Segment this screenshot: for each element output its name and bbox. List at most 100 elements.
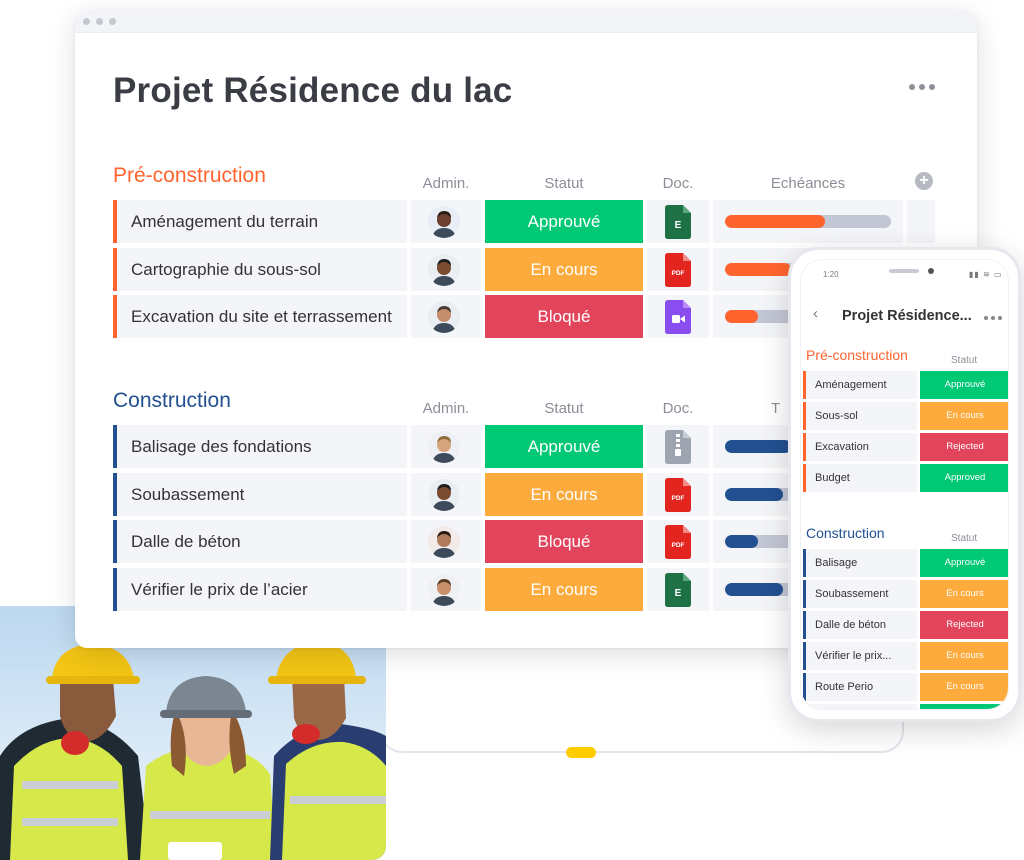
svg-text:PDF: PDF xyxy=(672,495,685,502)
excel-file-icon[interactable]: E xyxy=(665,205,691,239)
more-options-icon[interactable] xyxy=(984,316,1002,320)
zip-file-icon[interactable] xyxy=(665,430,691,464)
phone-item-name[interactable]: Dalle de béton xyxy=(803,611,917,639)
empty-cell[interactable] xyxy=(907,200,935,243)
phone-status-badge[interactable]: En cours xyxy=(920,642,1008,670)
group-title-construction[interactable]: Construction xyxy=(113,389,231,413)
doc-cell[interactable]: PDF xyxy=(647,472,709,516)
phone-status-badge[interactable]: Rejected xyxy=(920,611,1008,639)
phone-status-badge[interactable]: En cours xyxy=(920,673,1008,701)
phone-item-name[interactable]: Excavation xyxy=(803,433,917,461)
window-control-dot[interactable] xyxy=(96,18,103,25)
phone-row[interactable]: Sous-sol En cours xyxy=(803,402,1008,430)
phone-status-badge[interactable]: Approuvé xyxy=(920,371,1008,399)
column-header-deadlines[interactable]: Echéances xyxy=(713,175,903,192)
phone-status-bar: 1:20 ▮▮ ≋ ▭ xyxy=(801,260,1008,282)
doc-cell[interactable] xyxy=(647,295,709,338)
window-control-dot[interactable] xyxy=(109,18,116,25)
svg-text:PDF: PDF xyxy=(672,270,685,277)
admin-cell[interactable] xyxy=(411,567,481,611)
column-header-doc[interactable]: Doc. xyxy=(647,175,709,192)
admin-cell[interactable] xyxy=(411,425,481,468)
group-title-preconstruction[interactable]: Pré-construction xyxy=(113,164,266,188)
phone-row[interactable]: Route Perio En cours xyxy=(803,673,1008,701)
phone-item-name[interactable]: Marketing xyxy=(803,704,917,709)
item-name[interactable]: Excavation du site et terrassement xyxy=(113,295,407,338)
doc-cell[interactable]: E xyxy=(647,200,709,243)
phone-item-name[interactable]: Budget xyxy=(803,464,917,492)
phone-item-name[interactable]: Vérifier le prix... xyxy=(803,642,917,670)
phone-item-name[interactable]: Soubassement xyxy=(803,580,917,608)
column-header-status[interactable]: Statut xyxy=(485,400,643,417)
pdf-file-icon[interactable]: PDF xyxy=(665,252,691,287)
phone-row[interactable]: Dalle de béton Rejected xyxy=(803,611,1008,639)
admin-cell[interactable] xyxy=(411,295,481,338)
mobile-app-mockup: 1:20 ▮▮ ≋ ▭ ‹ Projet Résidence... Pré-co… xyxy=(788,247,1021,722)
phone-item-name[interactable]: Route Perio xyxy=(803,673,917,701)
more-options-icon[interactable] xyxy=(909,84,935,90)
phone-status-badge[interactable]: En cours xyxy=(920,402,1008,430)
signal-icon: ▮▮ ≋ ▭ xyxy=(969,270,1003,279)
status-badge[interactable]: Approuvé xyxy=(485,425,643,468)
phone-row[interactable]: Soubassement En cours xyxy=(803,580,1008,608)
connector-pill xyxy=(566,747,596,758)
status-badge[interactable]: En cours xyxy=(485,247,643,291)
phone-item-name[interactable]: Aménagement xyxy=(803,371,917,399)
status-badge[interactable]: Approuvé xyxy=(485,200,643,243)
status-badge[interactable]: En cours xyxy=(485,472,643,516)
avatar xyxy=(428,206,460,238)
phone-row[interactable]: Balisage Approuvé xyxy=(803,549,1008,577)
item-name[interactable]: Balisage des fondations xyxy=(113,425,407,468)
item-name[interactable]: Aménagement du terrain xyxy=(113,200,407,243)
column-header-admin[interactable]: Admin. xyxy=(411,400,481,417)
phone-status-badge[interactable]: Approved xyxy=(920,464,1008,492)
phone-status-badge[interactable]: Approuvé xyxy=(920,704,1008,709)
phone-group-title-construction[interactable]: Construction xyxy=(806,525,885,541)
back-arrow-icon[interactable]: ‹ xyxy=(813,305,818,322)
phone-group-title-preconstruction[interactable]: Pré-construction xyxy=(806,347,908,363)
item-name[interactable]: Cartographie du sous-sol xyxy=(113,247,407,291)
phone-row[interactable]: Excavation Rejected xyxy=(803,433,1008,461)
status-badge[interactable]: Bloqué xyxy=(485,520,643,563)
doc-cell[interactable]: E xyxy=(647,567,709,611)
phone-row[interactable]: Aménagement Approuvé xyxy=(803,371,1008,399)
window-titlebar xyxy=(75,11,977,33)
admin-cell[interactable] xyxy=(411,520,481,563)
add-column-button[interactable]: + xyxy=(915,172,933,190)
phone-status-badge[interactable]: En cours xyxy=(920,580,1008,608)
phone-item-name[interactable]: Sous-sol xyxy=(803,402,917,430)
phone-row[interactable]: MarketingApprouvé xyxy=(803,704,1008,709)
excel-file-icon[interactable]: E xyxy=(665,572,691,607)
phone-row[interactable]: Vérifier le prix... En cours xyxy=(803,642,1008,670)
doc-cell[interactable] xyxy=(647,425,709,468)
item-name[interactable]: Soubassement xyxy=(113,472,407,516)
item-name[interactable]: Dalle de béton xyxy=(113,520,407,563)
pdf-file-icon[interactable]: PDF xyxy=(665,525,691,559)
phone-clock: 1:20 xyxy=(823,270,839,279)
doc-cell[interactable]: PDF xyxy=(647,520,709,563)
status-badge[interactable]: En cours xyxy=(485,567,643,611)
timeline-progress xyxy=(725,215,825,228)
video-file-icon[interactable] xyxy=(665,300,691,334)
phone-status-badge[interactable]: Rejected xyxy=(920,433,1008,461)
phone-item-name[interactable]: Balisage xyxy=(803,549,917,577)
admin-cell[interactable] xyxy=(411,472,481,516)
phone-status-badge[interactable]: Approuvé xyxy=(920,549,1008,577)
window-control-dot[interactable] xyxy=(83,18,90,25)
pdf-file-icon[interactable]: PDF xyxy=(665,477,691,512)
status-badge[interactable]: Bloqué xyxy=(485,295,643,338)
phone-row[interactable]: Budget Approved xyxy=(803,464,1008,492)
board-row[interactable]: Aménagement du terrain Approuvé E xyxy=(113,200,938,243)
doc-cell[interactable]: PDF xyxy=(647,247,709,291)
timeline-progress xyxy=(725,535,759,548)
column-header-status[interactable]: Statut xyxy=(485,175,643,192)
admin-cell[interactable] xyxy=(411,247,481,291)
timeline-track xyxy=(725,215,891,228)
phone-speaker xyxy=(889,269,919,273)
column-header-doc[interactable]: Doc. xyxy=(647,400,709,417)
column-header-admin[interactable]: Admin. xyxy=(411,175,481,192)
avatar xyxy=(428,478,460,511)
timeline-cell[interactable] xyxy=(713,200,903,243)
item-name[interactable]: Vérifier le prix de l’acier xyxy=(113,567,407,611)
admin-cell[interactable] xyxy=(411,200,481,243)
